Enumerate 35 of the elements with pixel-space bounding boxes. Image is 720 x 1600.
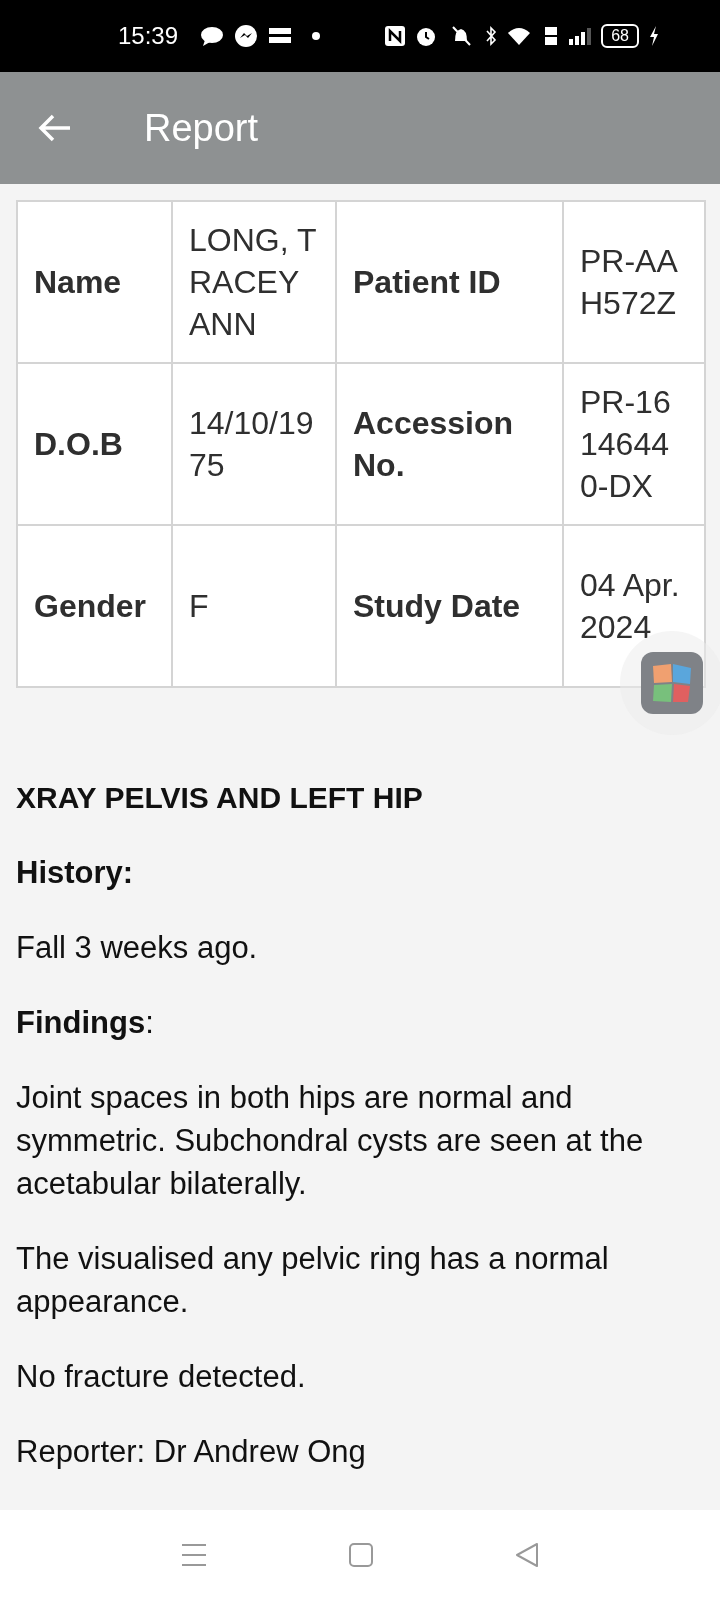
field-value: F — [172, 525, 336, 687]
report-paragraph: Reporter: Dr Andrew Ong — [16, 1433, 367, 1471]
clock-time: 15:39 — [118, 22, 179, 50]
field-label: Name — [17, 201, 172, 363]
field-value: PR-AAH572Z — [563, 201, 705, 363]
field-value: LONG, TRACEY ANN — [172, 201, 336, 363]
dot-icon — [312, 32, 321, 40]
chat-bubble-icon — [199, 25, 226, 47]
report-paragraph: The visualised any pelvic ring has a normal appearance. — [16, 1240, 610, 1321]
field-label: Study Date — [336, 525, 563, 687]
home-square-icon[interactable] — [348, 1542, 374, 1568]
field-label: Patient ID — [336, 201, 563, 363]
section-heading: Findings: — [16, 1004, 155, 1042]
nfc-icon — [384, 25, 407, 47]
menu-icon[interactable] — [180, 1542, 208, 1568]
field-value: PR-16146440-DX — [563, 363, 705, 525]
field-label: Accession No. — [336, 363, 563, 525]
charging-icon — [648, 25, 660, 47]
messenger-icon — [234, 24, 259, 48]
section-heading: History: — [16, 854, 135, 892]
alarm-icon — [415, 25, 438, 47]
battery-level: 68 — [601, 24, 639, 48]
bluetooth-icon — [485, 25, 498, 47]
report-paragraph: Joint spaces in both hips are normal and symmetric. Subchondral cysts are seen at the acetabular bilaterally. — [16, 1079, 645, 1203]
back-arrow-icon[interactable] — [38, 113, 72, 143]
app-logo-icon — [641, 652, 703, 714]
field-label: Gender — [17, 525, 172, 687]
screen-title: Report — [144, 106, 259, 150]
signal-icon — [568, 26, 593, 46]
report-paragraph: No fracture detected. — [16, 1358, 307, 1396]
report-paragraph: Fall 3 weeks ago. — [16, 929, 259, 967]
field-value: 14/10/1975 — [172, 363, 336, 525]
back-triangle-icon[interactable] — [514, 1542, 540, 1568]
field-label: D.O.B — [17, 363, 172, 525]
report-title: XRAY PELVIS AND LEFT HIP — [16, 780, 424, 816]
